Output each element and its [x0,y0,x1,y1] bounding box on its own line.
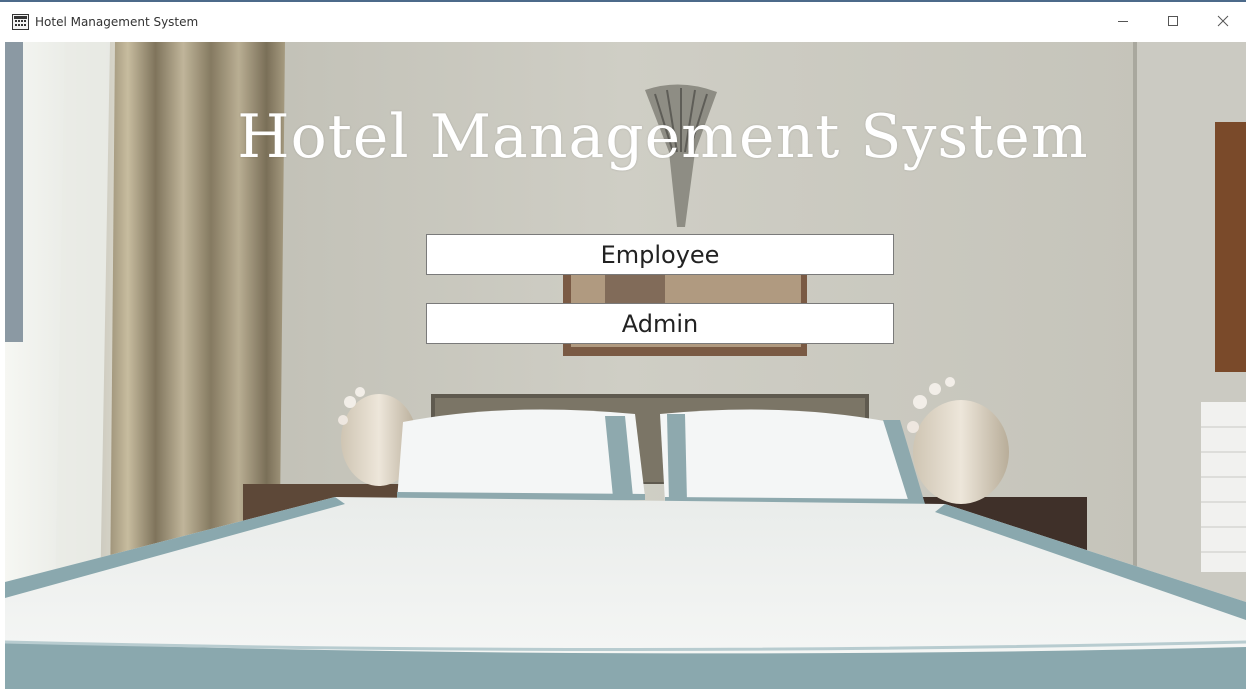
maximize-button[interactable] [1150,2,1196,40]
admin-button[interactable]: Admin [426,303,894,344]
hotel-building-icon [12,14,29,30]
close-icon [1217,15,1229,27]
close-button[interactable] [1200,2,1246,40]
main-content: Hotel Management System Employee Admin [5,42,1246,689]
minimize-button[interactable] [1100,2,1146,40]
maximize-icon [1167,15,1179,27]
page-title: Hotel Management System [237,102,1089,172]
window-title: Hotel Management System [35,15,199,29]
minimize-icon [1117,15,1129,27]
title-bar[interactable]: Hotel Management System [0,2,1246,40]
app-window: Hotel Management System Hotel Management… [0,0,1246,689]
employee-button[interactable]: Employee [426,234,894,275]
